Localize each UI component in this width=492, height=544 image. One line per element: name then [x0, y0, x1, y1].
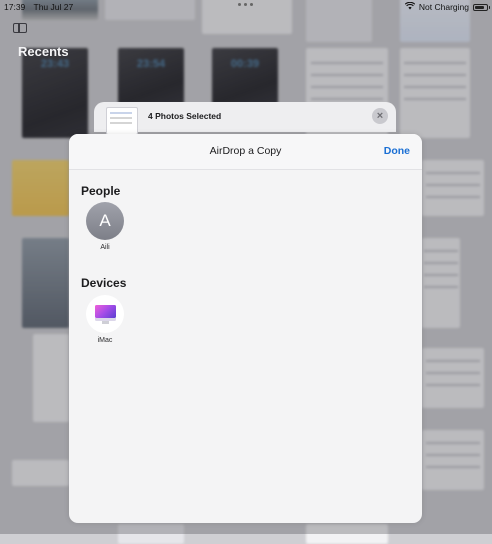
wifi-icon: [404, 1, 416, 12]
multitasking-dots[interactable]: [238, 3, 253, 6]
device-name: iMac: [97, 337, 113, 344]
recents-title: Recents: [18, 44, 69, 59]
selected-photos-thumbnail: [106, 107, 138, 135]
imac-icon: [86, 295, 124, 333]
airdrop-sheet: AirDrop a Copy Done People A Aili Device…: [69, 134, 422, 523]
status-time: 17:39: [4, 2, 26, 12]
sidebar-toggle-icon[interactable]: [13, 23, 27, 33]
status-date: Thu Jul 27: [33, 2, 74, 12]
close-icon[interactable]: ×: [372, 108, 388, 124]
share-sheet-header: 4 Photos Selected ×: [94, 102, 396, 135]
airdrop-title: AirDrop a Copy: [209, 145, 282, 157]
share-sheet-title: 4 Photos Selected: [148, 111, 222, 121]
charging-status: Not Charging: [418, 2, 469, 12]
devices-heading: Devices: [81, 276, 127, 290]
done-button[interactable]: Done: [384, 145, 410, 157]
airdrop-device-imac[interactable]: iMac: [86, 295, 124, 344]
avatar: A: [86, 202, 124, 240]
person-name: Aili: [100, 244, 110, 251]
people-heading: People: [81, 184, 121, 198]
battery-icon: [473, 3, 490, 11]
airdrop-person-aili[interactable]: A Aili: [86, 202, 124, 251]
airdrop-nav-bar: AirDrop a Copy Done: [69, 134, 422, 170]
